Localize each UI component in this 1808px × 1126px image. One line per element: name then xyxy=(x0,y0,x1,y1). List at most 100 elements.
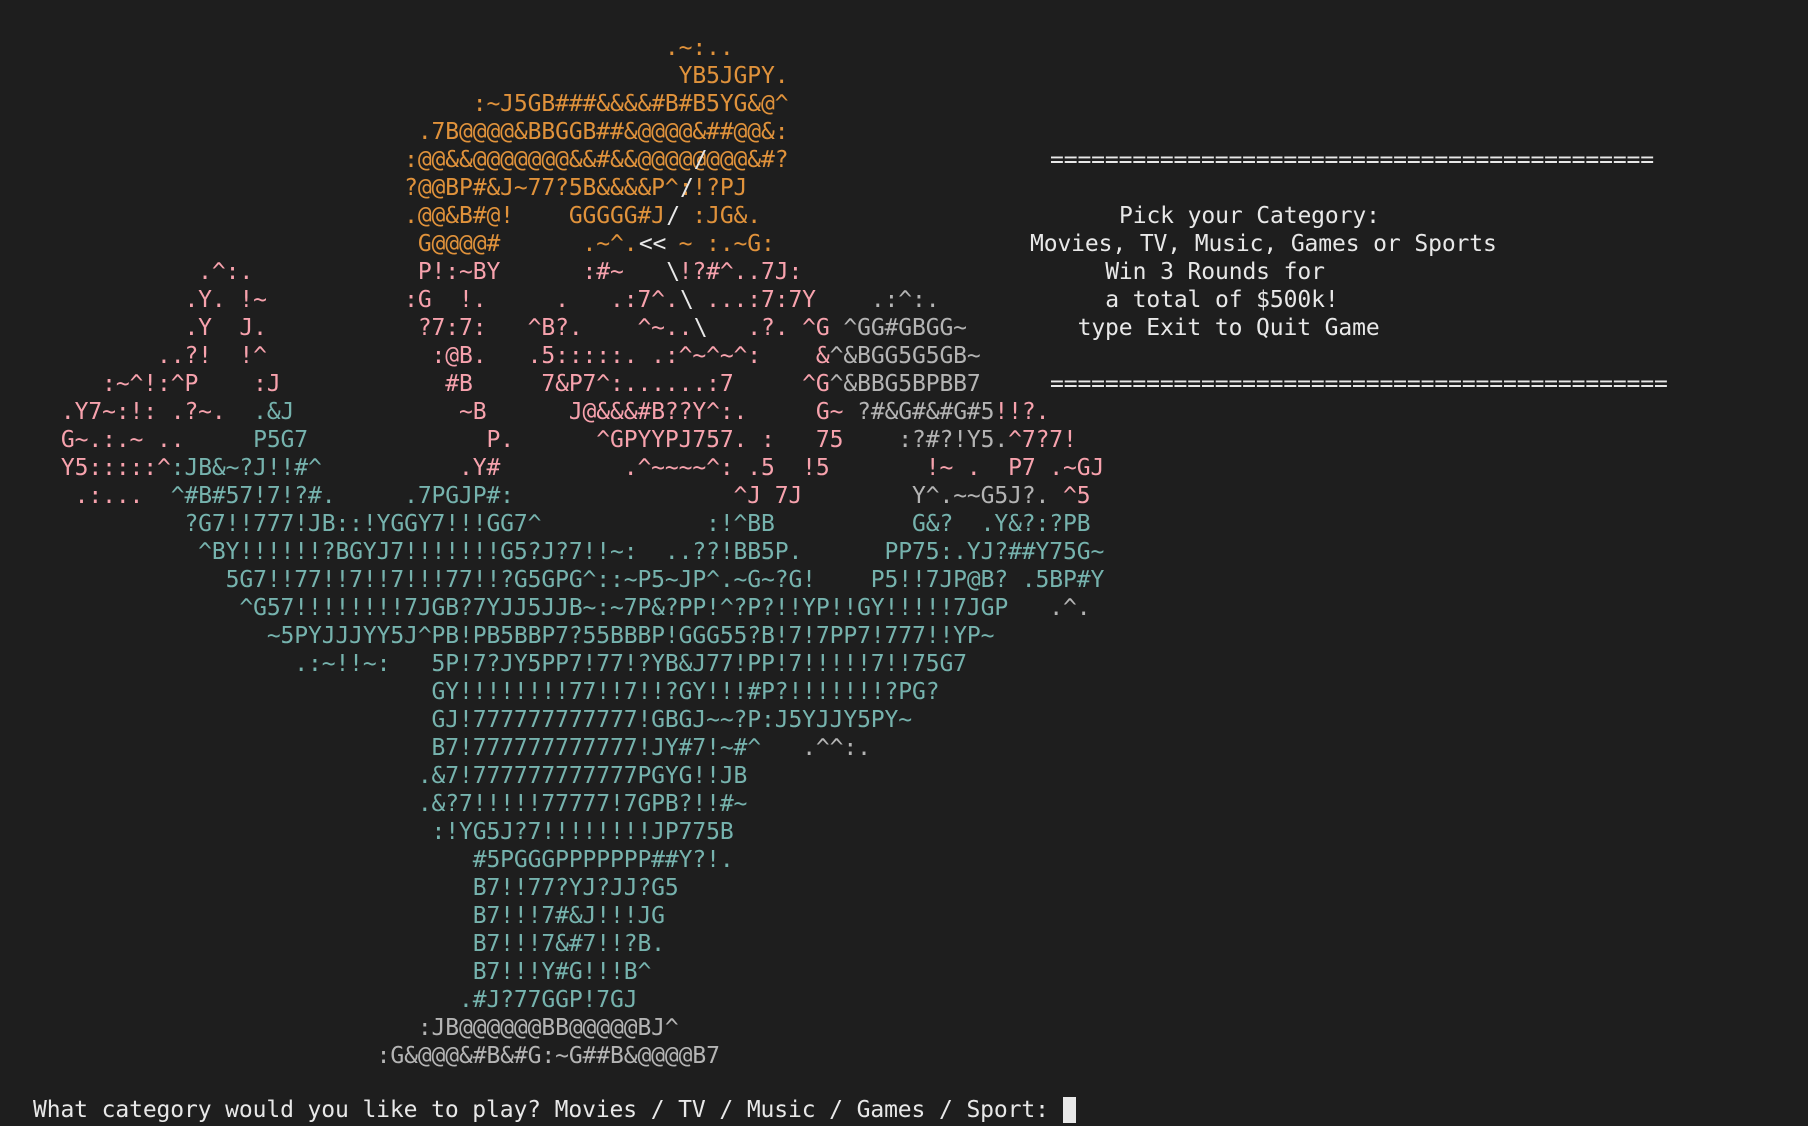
ascii-art-segment: B7!!!Y#G!!!B^ xyxy=(6,959,652,985)
speech-pointer-line: \ xyxy=(76,259,680,285)
ascii-art-segment: :JB@@@@@@BB@@@@@BJ^ xyxy=(6,1015,679,1041)
ascii-art-segment: ?#&G#&#G#5 xyxy=(857,399,995,425)
ascii-art-segment: .:~!!~: 5P!7?JY5PP7!77!?YB&J77!PP!7!!!!!… xyxy=(6,651,967,677)
ascii-art-line: .&7!777777777777PGYG!!JB xyxy=(6,762,1104,790)
ascii-art-segment: B7!777777777777!JY#7!~#^ xyxy=(6,735,803,761)
ascii-art-segment: ^BY!!!!!!?BGYJ7!!!!!!!G5?J?7!!~: ..??!BB… xyxy=(6,539,1105,565)
ascii-art-segment: ^J 7J xyxy=(513,483,913,509)
ascii-art-segment: GY!!!!!!!!77!!7!!?GY!!!#P?!!!!!!!?PG? xyxy=(6,679,940,705)
ascii-art-segment: ^GG#GBGG~ xyxy=(843,315,967,341)
ascii-art-line: ~5PYJJJYY5J^PB!PB5BBP7?55BBBP!GGG55?B!7!… xyxy=(6,622,1104,650)
ascii-art-line: :!YG5J?7!!!!!!!!JP775B xyxy=(6,818,1104,846)
ascii-art-line: B7!!!7&#7!!?B. xyxy=(6,930,1104,958)
ascii-art-segment: ~B J@&&&#B??Y^:. G~ xyxy=(294,399,858,425)
ascii-art-line: .&?7!!!!!77777!7GPB?!!#~ xyxy=(6,790,1104,818)
ascii-art-segment: ..?! !^ :@B. .5:::::. .:^~^~^: & xyxy=(6,343,830,369)
ascii-art-segment: ^&BBG5BPBB7 xyxy=(829,371,981,397)
ascii-art-line: .:... ^#B#57!7!?#. .7PGJP#: ^J 7J Y^.~~G… xyxy=(6,482,1104,510)
banner-spacer xyxy=(1050,174,1668,202)
text-cursor[interactable] xyxy=(1062,1097,1076,1123)
ascii-art-line: B7!777777777777!JY#7!~#^ .^^:. xyxy=(6,734,1104,762)
ascii-art-segment: .&?7!!!!!77777!7GPB?!!#~ xyxy=(6,791,748,817)
ascii-art-line: .:~!!~: 5P!7?JY5PP7!77!?YB&J77!PP!7!!!!!… xyxy=(6,650,1104,678)
speech-pointer-line: / xyxy=(76,147,708,173)
ascii-art-segment: G~.:.~ .. xyxy=(6,427,254,453)
terminal-window: .~:.. YB5JGPY. :~J5GB###&&&&#B#B5YG&@^ .… xyxy=(0,0,1808,1126)
ascii-art-line: :~J5GB###&&&&#B#B5YG&@^ xyxy=(6,90,1104,118)
ascii-art-line: :JB@@@@@@BB@@@@@BJ^ xyxy=(6,1014,1104,1042)
ascii-art-segment: ^#B#57!7!?#. .7PGJP#: xyxy=(170,483,514,509)
banner-rounds: Win 3 Rounds for xyxy=(1105,259,1325,285)
ascii-art-segment: :~J5GB###&&&&#B#B5YG&@^ xyxy=(6,91,789,117)
ascii-art-segment: .Y7~:!: .?~. xyxy=(6,399,254,425)
speech-pointer-line: \ xyxy=(76,287,694,313)
banner-categories: Movies, TV, Music, Games or Sports xyxy=(1030,231,1497,257)
ascii-art-segment: :!YG5J?7!!!!!!!!JP775B xyxy=(6,819,734,845)
ascii-art-line: :G&@@@&#B&#G:~G##B&@@@@B7 xyxy=(6,1042,1104,1070)
ascii-art-line: B7!!!7#&J!!!JG xyxy=(6,902,1104,930)
ascii-art-line: Y5:::::^:JB&~?J!!#^ .Y# .^~~~~^: .5 !5 !… xyxy=(6,454,1104,482)
ascii-art-line: B7!!77?YJ?JJ?G5 xyxy=(6,874,1104,902)
ascii-art-line: G~.:.~ .. P5G7 P. ^GPYYPJ757. : 75 :?#?!… xyxy=(6,426,1104,454)
ascii-art-segment: :~^!:^P :J #B 7&P7^:......:7 ^G xyxy=(6,371,830,397)
ascii-art-segment: B7!!!7#&J!!!JG xyxy=(6,903,665,929)
ascii-art-segment: :JB&~?J!!#^ xyxy=(170,455,322,481)
ascii-art-line: GY!!!!!!!!77!!7!!?GY!!!#P?!!!!!!!?PG? xyxy=(6,678,1104,706)
ascii-art-segment: 5G7!!77!!7!!7!!!77!!?G5GPG^::~P5~JP^.~G~… xyxy=(6,567,1105,593)
ascii-art-segment: .&J xyxy=(253,399,295,425)
ascii-art-segment: .^^:. xyxy=(802,735,871,761)
ascii-art-line: #5PGGGPPPPPPP##Y?!. xyxy=(6,846,1104,874)
banner-rule-top: ========================================… xyxy=(1050,147,1654,173)
ascii-art-segment: ^7?7! xyxy=(1008,427,1077,453)
speech-bubble-pointer: / / / << \ \ \ xyxy=(76,118,708,342)
speech-pointer-line xyxy=(76,118,707,146)
ascii-art-segment: Y5:::::^ xyxy=(6,455,171,481)
ascii-art-segment: .^. xyxy=(1049,595,1091,621)
ascii-art-segment: YB5JGPY. xyxy=(6,63,789,89)
ascii-art-line: :~^!:^P :J #B 7&P7^:......:7 ^G^&BBG5BPB… xyxy=(6,370,1104,398)
speech-pointer-line: << xyxy=(76,231,667,257)
banner-rule-bottom: ========================================… xyxy=(1050,371,1668,397)
prompt-text: What category would you like to play? Mo… xyxy=(33,1097,1049,1123)
ascii-art-line: ^G57!!!!!!!!7JGB?7YJJ5JJB~:~7P&?PP!^?P?!… xyxy=(6,594,1104,622)
ascii-art-line: 5G7!!77!!7!!7!!!77!!?G5GPG^::~P5~JP^.~G~… xyxy=(6,566,1105,594)
ascii-art-segment: ?G7!!777!JB::!YGGY7!!!GG7^ :!^BB G&? .Y&… xyxy=(6,511,1091,537)
ascii-art-segment: .&7!777777777777PGYG!!JB xyxy=(6,763,748,789)
ascii-art-segment: P. ^GPYYPJ757. : 75 xyxy=(308,427,899,453)
ascii-art-segment: .:^:. xyxy=(870,287,940,313)
ascii-art-segment: #5PGGGPPPPPPP##Y?!. xyxy=(6,847,734,873)
ascii-art-line: ?G7!!777!JB::!YGGY7!!!GG7^ :!^BB G&? .Y&… xyxy=(6,510,1104,538)
ascii-art-line: .#J?77GGP!7GJ xyxy=(6,986,1104,1014)
ascii-art-segment: ^G57!!!!!!!!7JGB?7YJJ5JJB~:~7P&?PP!^?P?!… xyxy=(6,595,1050,621)
input-prompt-line[interactable]: What category would you like to play? Mo… xyxy=(33,1096,1076,1124)
ascii-art-line: .~:.. xyxy=(6,34,1104,62)
ascii-art-segment: ^5 xyxy=(1063,483,1091,509)
banner-title: Pick your Category: xyxy=(1119,203,1380,229)
ascii-art-line: B7!!!Y#G!!!B^ xyxy=(6,958,1104,986)
banner-exit-hint: type Exit to Quit Game xyxy=(1077,315,1380,341)
ascii-art-segment: .:... xyxy=(6,483,171,509)
category-banner: ========================================… xyxy=(1030,146,1668,398)
speech-pointer-line: / xyxy=(76,203,680,229)
ascii-art-segment: :G&@@@&#B&#G:~G##B&@@@@B7 xyxy=(6,1043,720,1069)
banner-spacer xyxy=(1050,342,1668,370)
banner-prize: a total of $500k! xyxy=(1105,287,1339,313)
ascii-art-segment: ^&BGG5G5GB~ xyxy=(829,343,981,369)
ascii-art-segment: B7!!!7&#7!!?B. xyxy=(6,931,665,957)
ascii-art-segment: .#J?77GGP!7GJ xyxy=(6,987,638,1013)
ascii-art-line: YB5JGPY. xyxy=(6,62,1104,90)
ascii-art-line: ..?! !^ :@B. .5:::::. .:^~^~^: &^&BGG5G5… xyxy=(6,342,1104,370)
ascii-art-segment: !!?. xyxy=(994,399,1050,425)
ascii-art-line: GJ!777777777777!GBGJ~~?P:J5YJJY5PY~ xyxy=(6,706,1104,734)
ascii-art-segment: .Y# .^~~~~^: .5 !5 !~ . P7 xyxy=(321,455,1050,481)
ascii-art-segment: P5G7 xyxy=(253,427,309,453)
ascii-art-segment: :?#?!Y5. xyxy=(898,427,1009,453)
speech-pointer-line: \ xyxy=(76,315,708,341)
ascii-art-segment: GJ!777777777777!GBGJ~~?P:J5YJJY5PY~ xyxy=(6,707,913,733)
ascii-art-line: .Y7~:!: .?~. .&J ~B J@&&&#B??Y^:. G~ ?#&… xyxy=(6,398,1104,426)
ascii-art-segment: .~:.. xyxy=(6,35,734,61)
speech-pointer-line: / xyxy=(76,175,694,201)
ascii-art-segment: ~5PYJJJYY5J^PB!PB5BBP7?55BBBP!GGG55?B!7!… xyxy=(6,623,995,649)
ascii-art-segment: Y^.~~G5J?. xyxy=(912,483,1064,509)
ascii-art-segment: .~GJ xyxy=(1049,455,1105,481)
